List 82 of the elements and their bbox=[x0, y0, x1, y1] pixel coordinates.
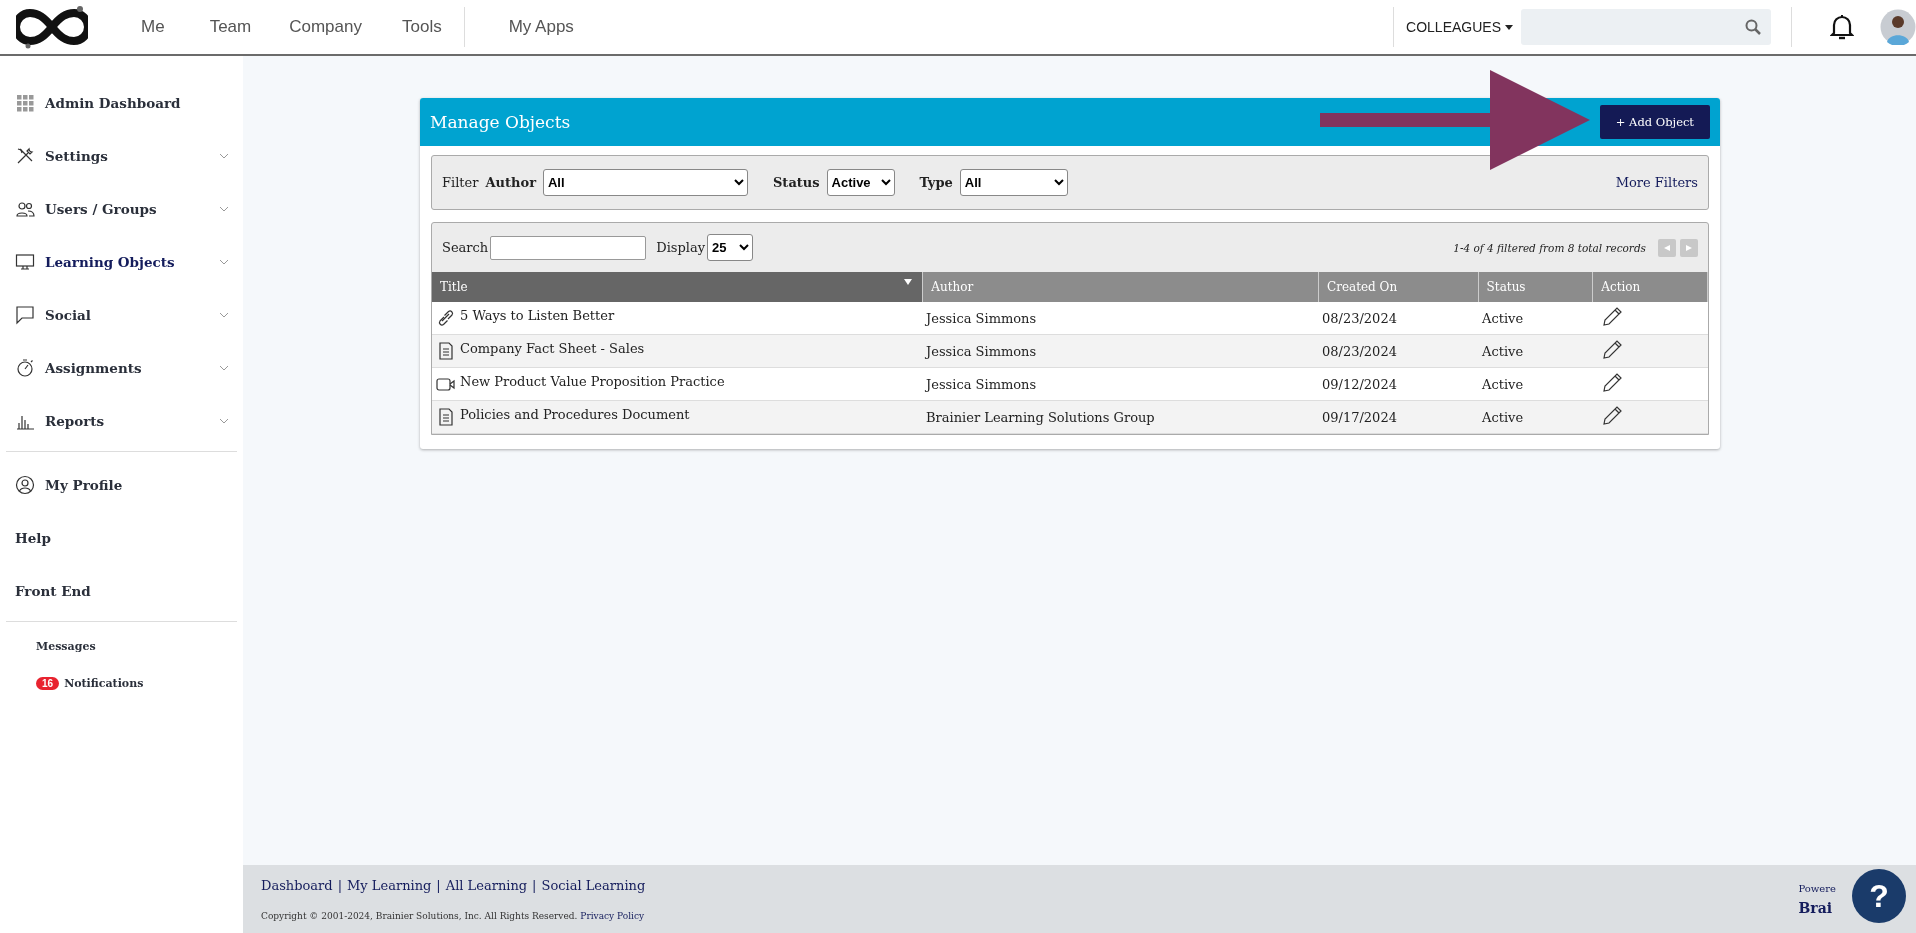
nav-link[interactable]: Me bbox=[141, 17, 165, 37]
display-label: Display bbox=[656, 240, 706, 255]
nav-link[interactable]: Company bbox=[289, 17, 362, 37]
caret-icon bbox=[1505, 24, 1513, 30]
sidebar-item[interactable]: Learning Objects bbox=[0, 235, 243, 288]
table-cell: Company Fact Sheet - Sales bbox=[460, 341, 645, 356]
panel-title: Manage Objects bbox=[430, 112, 571, 132]
search-label: Search bbox=[442, 240, 489, 255]
table-cell: Active bbox=[1482, 409, 1524, 425]
stopwatch-icon bbox=[15, 357, 35, 378]
infinity-logo[interactable] bbox=[16, 4, 88, 50]
chat-icon bbox=[15, 304, 35, 325]
records-count: 1-4 of 4 filtered from 8 total records bbox=[1453, 241, 1646, 254]
table-cell: New Product Value Proposition Practice bbox=[460, 374, 725, 389]
sidebar-item[interactable]: Admin Dashboard bbox=[0, 76, 243, 129]
tools-icon bbox=[15, 145, 35, 166]
privacy-policy-link[interactable]: Privacy Policy bbox=[580, 911, 645, 921]
table-cell: 08/23/2024 bbox=[1322, 343, 1397, 359]
nav-link[interactable]: My Apps bbox=[508, 17, 574, 37]
sidebar-item[interactable]: My Profile bbox=[0, 458, 243, 511]
footer-link[interactable]: All Learning bbox=[445, 878, 528, 893]
search-icon bbox=[1745, 19, 1761, 35]
display-select[interactable]: 25 bbox=[707, 234, 754, 261]
sidebar-label: Messages bbox=[36, 640, 96, 653]
add-object-button[interactable]: + Add Object bbox=[1599, 105, 1710, 139]
filter-label: Filter bbox=[442, 175, 479, 190]
filter-label: Author bbox=[485, 175, 536, 190]
footer-link[interactable]: Dashboard bbox=[261, 878, 333, 893]
footer-link[interactable]: My Learning bbox=[347, 878, 432, 893]
table-cell: Active bbox=[1482, 310, 1524, 326]
search-field[interactable] bbox=[1521, 9, 1771, 45]
filter-label: Type bbox=[919, 175, 953, 190]
bell-icon[interactable] bbox=[1830, 13, 1854, 41]
notification-count: 16 bbox=[36, 677, 60, 690]
nav-link[interactable]: Tools bbox=[401, 17, 442, 37]
sidebar-item[interactable]: Reports bbox=[0, 394, 243, 447]
table-cell: 09/17/2024 bbox=[1322, 409, 1397, 425]
sidebar-item[interactable]: Messages bbox=[0, 628, 243, 665]
sidebar-item[interactable]: Assignments bbox=[0, 341, 243, 394]
separator: | bbox=[436, 878, 441, 893]
grid-icon bbox=[15, 92, 35, 113]
link-icon bbox=[436, 308, 456, 328]
avatar[interactable] bbox=[1880, 9, 1916, 45]
table-cell: Active bbox=[1482, 376, 1524, 392]
colleagues-dropdown[interactable]: COLLEAGUES bbox=[1394, 19, 1521, 35]
table-cell: 5 Ways to Listen Better bbox=[460, 308, 615, 323]
more-filters-link[interactable]: More Filters bbox=[1615, 175, 1698, 190]
user-icon bbox=[15, 474, 35, 495]
triangle-right-icon bbox=[1686, 244, 1692, 251]
document-icon bbox=[436, 407, 456, 427]
monitor-icon bbox=[15, 251, 35, 272]
sort-icon bbox=[904, 279, 913, 285]
brand-logo: Brai bbox=[1798, 899, 1833, 916]
filter-label: Status bbox=[773, 175, 820, 190]
table-cell: Policies and Procedures Document bbox=[460, 407, 690, 422]
nav-link[interactable]: Team bbox=[209, 17, 252, 37]
triangle-left-icon bbox=[1664, 244, 1670, 251]
table-cell: 08/23/2024 bbox=[1322, 310, 1397, 326]
copyright-text: Copyright © 2001-2024, Brainier Solutions, Inc. All Rights Reserved. bbox=[261, 911, 578, 921]
sidebar-item[interactable]: Social bbox=[0, 288, 243, 341]
filter-select[interactable]: All bbox=[543, 169, 748, 196]
sidebar-item[interactable]: Front End bbox=[0, 564, 243, 617]
sidebar-item[interactable]: 16 Notifications bbox=[0, 665, 243, 702]
powered-by-text: Powere bbox=[1798, 882, 1836, 894]
sidebar-item[interactable]: Settings bbox=[0, 129, 243, 182]
filter-select[interactable]: Active bbox=[826, 169, 895, 196]
table-cell: Active bbox=[1482, 343, 1524, 359]
column-header[interactable]: Title bbox=[432, 272, 923, 302]
table-cell: Jessica Simmons bbox=[926, 310, 1037, 326]
table-cell: Jessica Simmons bbox=[926, 343, 1037, 359]
sidebar-item[interactable]: Users / Groups bbox=[0, 182, 243, 235]
table-cell: Brainier Learning Solutions Group bbox=[926, 409, 1155, 425]
footer-link[interactable]: Social Learning bbox=[541, 878, 646, 893]
separator: | bbox=[337, 878, 343, 893]
search-input[interactable] bbox=[490, 235, 647, 260]
table-cell: Jessica Simmons bbox=[926, 376, 1037, 392]
sidebar-label: Notifications bbox=[64, 677, 144, 690]
sidebar-item[interactable]: Help bbox=[0, 511, 243, 564]
filter-select[interactable]: All bbox=[959, 169, 1068, 196]
separator: | bbox=[532, 878, 537, 893]
document-icon bbox=[436, 341, 456, 361]
table-cell: 09/12/2024 bbox=[1322, 376, 1397, 392]
